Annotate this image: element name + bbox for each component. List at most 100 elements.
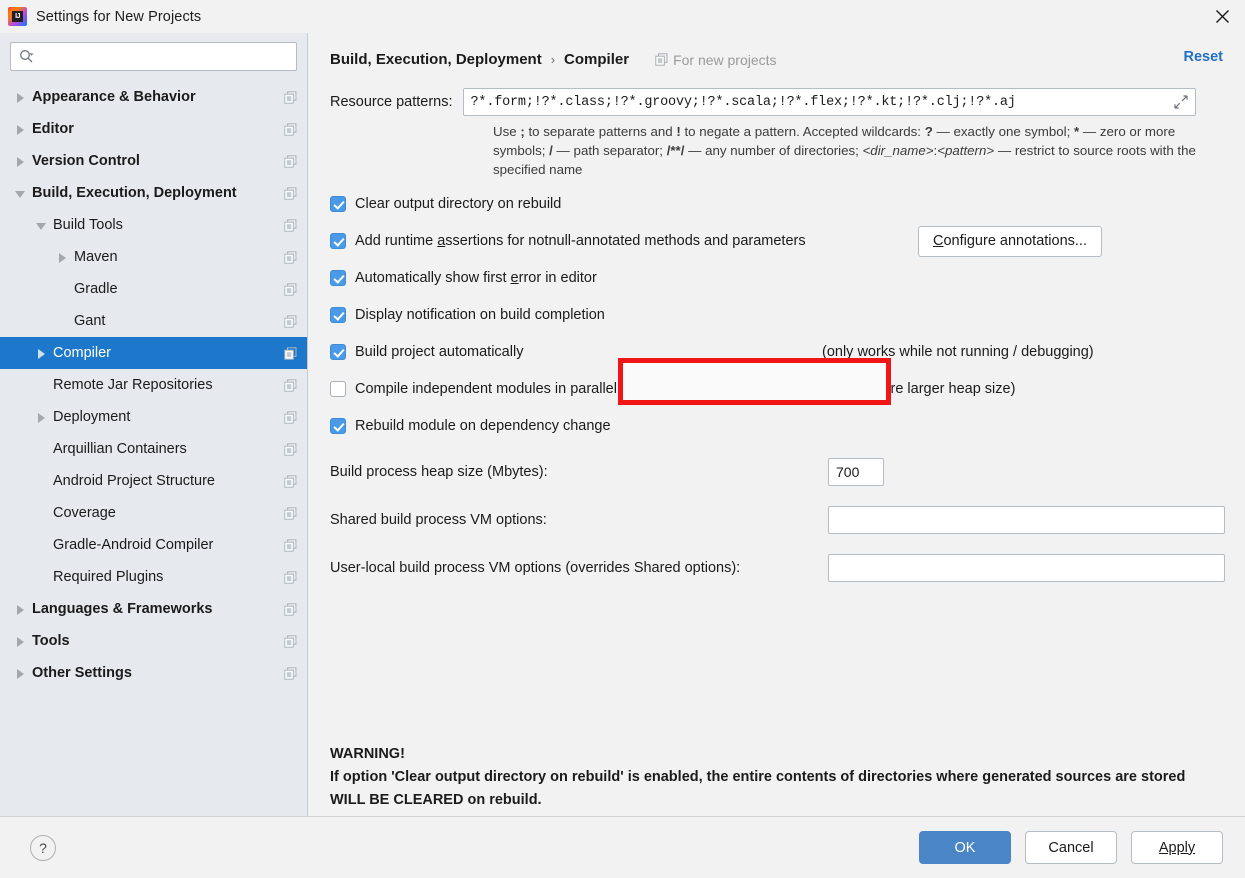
- sidebar-item-appearance-behavior[interactable]: Appearance & Behavior: [0, 81, 307, 113]
- copy-settings-icon[interactable]: [284, 506, 297, 520]
- checkbox-label-compile-independent-modules-in-parallel[interactable]: Compile independent modules in parallel: [355, 381, 617, 397]
- search-box[interactable]: [10, 42, 297, 71]
- chevron-down-icon[interactable]: [14, 187, 27, 200]
- heap-size-row: Build process heap size (Mbytes): 700: [330, 458, 1223, 486]
- checkbox-automatically-show-first-error-in-editor[interactable]: [330, 270, 346, 286]
- copy-settings-icon[interactable]: [284, 314, 297, 328]
- sidebar-item-build-tools[interactable]: Build Tools: [0, 209, 307, 241]
- chevron-right-icon[interactable]: [14, 603, 27, 616]
- copy-settings-icon[interactable]: [284, 282, 297, 296]
- sidebar-item-label: Compiler: [53, 345, 112, 361]
- copy-settings-icon[interactable]: [284, 250, 297, 264]
- sidebar-item-label: Build Tools: [53, 217, 123, 233]
- sidebar-item-version-control[interactable]: Version Control: [0, 145, 307, 177]
- footer-buttons: OK Cancel Apply: [919, 831, 1223, 864]
- copy-settings-icon[interactable]: [284, 154, 297, 168]
- settings-dialog: IJ Settings for New Projects Appearance …: [0, 0, 1245, 878]
- sidebar-item-deployment[interactable]: Deployment: [0, 401, 307, 433]
- window-title: Settings for New Projects: [36, 8, 202, 25]
- sidebar-item-remote-jar-repositories[interactable]: Remote Jar Repositories: [0, 369, 307, 401]
- user-vm-options-input[interactable]: [828, 554, 1225, 582]
- copy-settings-icon[interactable]: [284, 378, 297, 392]
- checkbox-label-add-runtime-assertions-for-notnull-annotated-methods-and-parameters[interactable]: Add runtime assertions for notnull-annot…: [355, 233, 806, 249]
- copy-settings-icon[interactable]: [284, 186, 297, 200]
- copy-settings-icon[interactable]: [284, 218, 297, 232]
- checkbox-note-compile-independent-modules-in-parallel: (may require larger heap size): [822, 381, 1016, 397]
- sidebar-item-label: Maven: [74, 249, 118, 265]
- apply-button-label: Apply: [1158, 839, 1196, 856]
- sidebar-item-required-plugins[interactable]: Required Plugins: [0, 561, 307, 593]
- sidebar-item-build-execution-deployment[interactable]: Build, Execution, Deployment: [0, 177, 307, 209]
- apply-button[interactable]: Apply: [1131, 831, 1223, 864]
- copy-settings-icon[interactable]: [284, 442, 297, 456]
- warning-text: WARNING! If option 'Clear output directo…: [330, 743, 1210, 812]
- chevron-down-icon[interactable]: [35, 219, 48, 232]
- copy-settings-icon[interactable]: [284, 666, 297, 680]
- sidebar-item-tools[interactable]: Tools: [0, 625, 307, 657]
- resource-patterns-label: Resource patterns:: [330, 94, 453, 110]
- checkbox-label-build-project-automatically[interactable]: Build project automatically: [355, 344, 523, 360]
- sidebar-item-languages-frameworks[interactable]: Languages & Frameworks: [0, 593, 307, 625]
- checkbox-add-runtime-assertions-for-notnull-annotated-methods-and-parameters[interactable]: [330, 233, 346, 249]
- hint-seg-2: to separate patterns and: [524, 124, 677, 139]
- copy-settings-icon[interactable]: [284, 122, 297, 136]
- chevron-right-icon[interactable]: [14, 123, 27, 136]
- checkbox-label-rebuild-module-on-dependency-change[interactable]: Rebuild module on dependency change: [355, 418, 611, 434]
- expand-icon[interactable]: [1171, 95, 1191, 109]
- search-icon: [20, 50, 34, 63]
- checkbox-label-clear-output-directory-on-rebuild[interactable]: Clear output directory on rebuild: [355, 196, 561, 212]
- breadcrumb-current: Compiler: [564, 51, 630, 68]
- sidebar-item-other-settings[interactable]: Other Settings: [0, 657, 307, 689]
- chevron-right-icon[interactable]: [35, 411, 48, 424]
- sidebar-item-label: Deployment: [53, 409, 131, 425]
- sidebar-item-android-project-structure[interactable]: Android Project Structure: [0, 465, 307, 497]
- copy-settings-icon[interactable]: [284, 538, 297, 552]
- shared-vm-options-input[interactable]: [828, 506, 1225, 534]
- resource-patterns-field[interactable]: ?*.form;!?*.class;!?*.groovy;!?*.scala;!…: [462, 88, 1196, 116]
- chevron-right-icon[interactable]: [14, 667, 27, 680]
- checkbox-row-build-project-automatically: Build project automatically (only works w…: [330, 340, 1223, 364]
- copy-settings-icon[interactable]: [284, 634, 297, 648]
- copy-settings-icon[interactable]: [284, 410, 297, 424]
- copy-settings-icon[interactable]: [284, 346, 297, 360]
- sidebar-item-maven[interactable]: Maven: [0, 241, 307, 273]
- checkbox-label-display-notification-on-build-completion[interactable]: Display notification on build completion: [355, 307, 605, 323]
- configure-annotations-button[interactable]: Configure annotations...: [918, 225, 1102, 257]
- reset-link[interactable]: Reset: [1184, 49, 1224, 65]
- sidebar-item-label: Coverage: [53, 505, 116, 521]
- chevron-right-icon[interactable]: [14, 155, 27, 168]
- sidebar-item-coverage[interactable]: Coverage: [0, 497, 307, 529]
- sidebar-item-arquillian-containers[interactable]: Arquillian Containers: [0, 433, 307, 465]
- checkbox-compile-independent-modules-in-parallel[interactable]: [330, 381, 346, 397]
- copy-settings-icon[interactable]: [284, 474, 297, 488]
- checkbox-rebuild-module-on-dependency-change[interactable]: [330, 418, 346, 434]
- heap-size-input[interactable]: 700: [828, 458, 884, 486]
- sidebar-item-gant[interactable]: Gant: [0, 305, 307, 337]
- close-icon[interactable]: [1199, 0, 1245, 33]
- chevron-right-icon[interactable]: [14, 91, 27, 104]
- sidebar-item-label: Android Project Structure: [53, 473, 215, 489]
- hint-dirname: <dir_name>: [862, 143, 934, 158]
- breadcrumb-root[interactable]: Build, Execution, Deployment: [330, 51, 542, 68]
- cancel-button[interactable]: Cancel: [1025, 831, 1117, 864]
- copy-settings-icon[interactable]: [284, 90, 297, 104]
- ok-button[interactable]: OK: [919, 831, 1011, 864]
- chevron-right-icon[interactable]: [56, 251, 69, 264]
- sidebar-item-label: Other Settings: [32, 665, 132, 681]
- chevron-right-icon[interactable]: [14, 635, 27, 648]
- copy-settings-icon[interactable]: [284, 602, 297, 616]
- copy-settings-icon[interactable]: [284, 570, 297, 584]
- sidebar-item-gradle-android-compiler[interactable]: Gradle-Android Compiler: [0, 529, 307, 561]
- sidebar-item-label: Editor: [32, 121, 74, 137]
- sidebar-item-compiler[interactable]: Compiler: [0, 337, 307, 369]
- search-input[interactable]: [34, 43, 296, 70]
- checkbox-clear-output-directory-on-rebuild[interactable]: [330, 196, 346, 212]
- help-button[interactable]: ?: [30, 834, 56, 861]
- sidebar-item-editor[interactable]: Editor: [0, 113, 307, 145]
- chevron-right-icon[interactable]: [35, 347, 48, 360]
- sidebar-item-gradle[interactable]: Gradle: [0, 273, 307, 305]
- checkbox-label-automatically-show-first-error-in-editor[interactable]: Automatically show first error in editor: [355, 270, 597, 286]
- checkbox-build-project-automatically[interactable]: [330, 344, 346, 360]
- checkbox-display-notification-on-build-completion[interactable]: [330, 307, 346, 323]
